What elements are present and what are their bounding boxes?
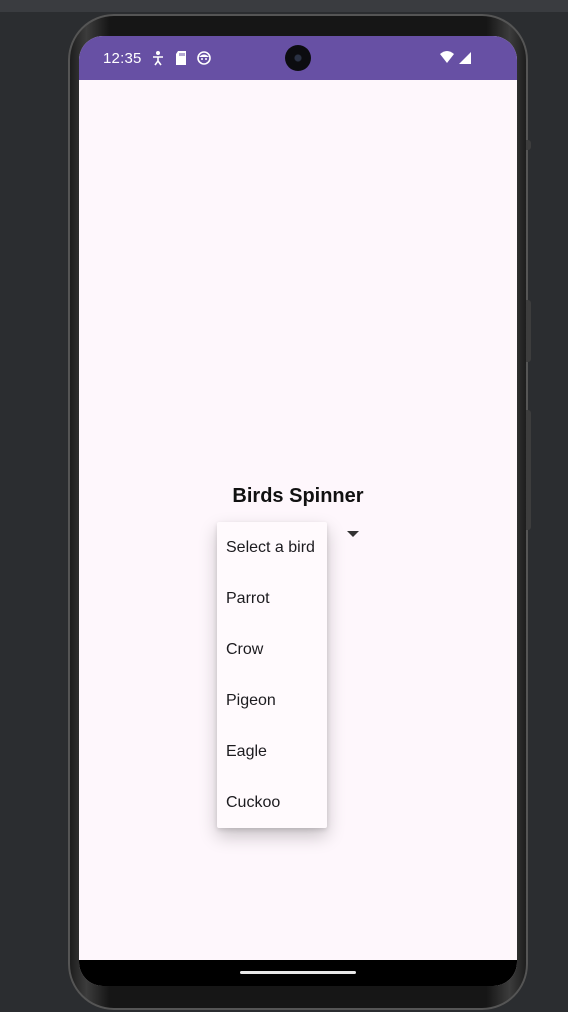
spinner-option-cuckoo[interactable]: Cuckoo — [217, 777, 327, 828]
status-right-icons — [439, 50, 473, 66]
wifi-icon — [440, 51, 454, 63]
device-side-button — [526, 140, 531, 150]
spinner-option-parrot[interactable]: Parrot — [217, 573, 327, 624]
spinner-option-select-a-bird[interactable]: Select a bird — [217, 522, 327, 573]
signal-icon — [459, 52, 471, 64]
volume-button — [526, 410, 531, 530]
face-icon — [197, 50, 211, 66]
accessibility-icon — [151, 50, 165, 66]
status-bar: 12:35 — [79, 36, 517, 80]
spinner-option-eagle[interactable]: Eagle — [217, 726, 327, 777]
page-title: Birds Spinner — [232, 485, 364, 507]
ide-top-strip — [0, 0, 568, 12]
power-button — [526, 300, 531, 362]
front-camera — [285, 45, 311, 71]
navigation-bar — [79, 960, 517, 986]
spinner-option-crow[interactable]: Crow — [217, 624, 327, 675]
bird-spinner-dropdown[interactable]: Select a bird Parrot Crow Pigeon Eagle C… — [217, 522, 327, 828]
status-time: 12:35 — [103, 50, 142, 67]
spinner-dropdown-arrow-icon[interactable] — [347, 531, 359, 537]
device-screen: 12:35 Birds Spinner Select a bird Parrot… — [79, 36, 517, 986]
home-gesture-handle[interactable] — [240, 971, 356, 974]
spinner-option-pigeon[interactable]: Pigeon — [217, 675, 327, 726]
sd-card-icon — [174, 50, 188, 66]
